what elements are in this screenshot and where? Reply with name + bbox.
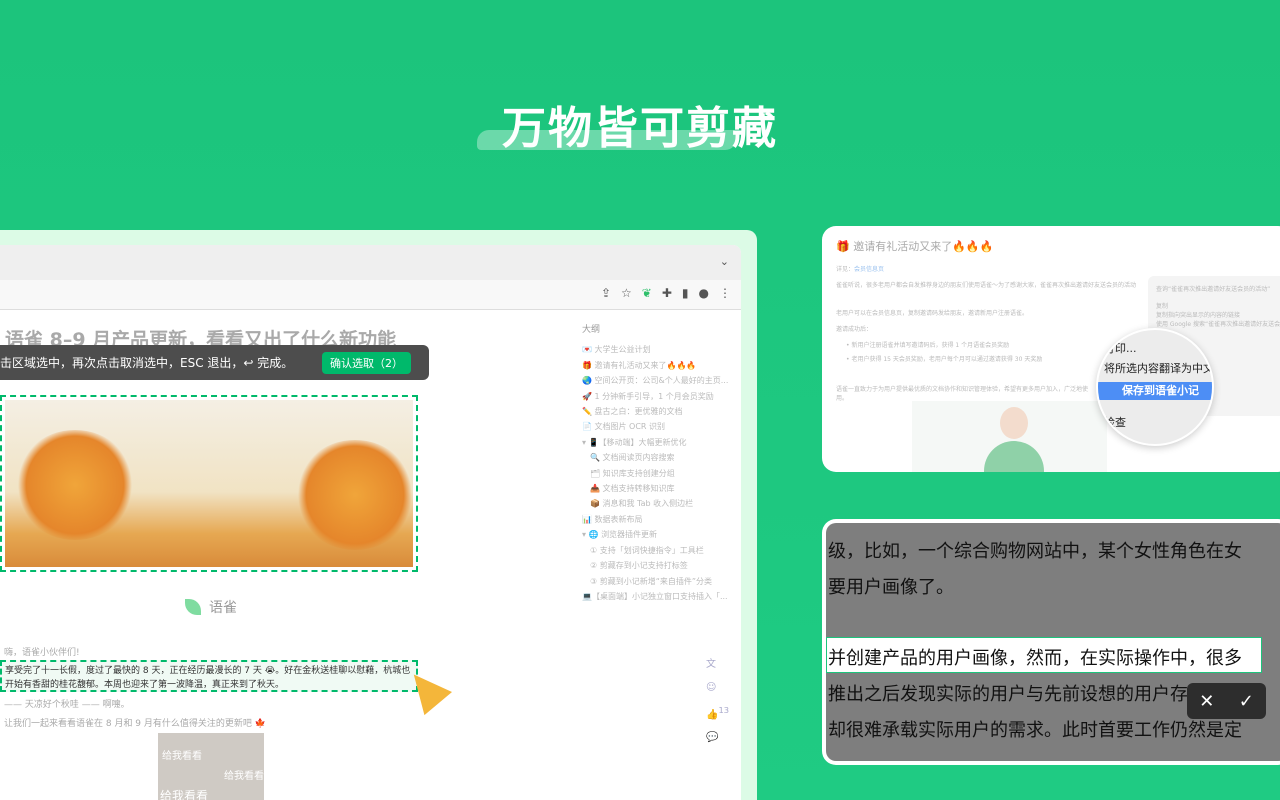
- check-icon[interactable]: ✓: [1239, 691, 1254, 712]
- paragraph: 让我们一起来看看语雀在 8 月和 9 月有什么值得关注的更新吧 🍁: [4, 716, 266, 729]
- outline-item[interactable]: 🔍 文档阅读页内容搜索: [582, 450, 732, 465]
- paragraph: 语雀一直致力于为用户提供最优质的文档协作和知识管理体验，希望有更多用户加入，广泛…: [836, 384, 1096, 402]
- confirm-selection-button[interactable]: 确认选取（2）: [322, 352, 411, 374]
- sidebar-icon[interactable]: ▮: [682, 286, 689, 300]
- tab-bar: ⌄: [0, 245, 741, 280]
- star-icon[interactable]: ☆: [621, 286, 632, 300]
- autumn-illustration: [5, 400, 413, 567]
- text-line: 推出之后发现实际的用户与先前设想的用户存在比较: [828, 680, 1242, 706]
- text-line: 却很难承载实际用户的需求。此时首要工作仍然是定: [828, 716, 1242, 742]
- paragraph: —— 天凉好个秋哇 —— 啊嚏。: [4, 697, 130, 710]
- outline-item[interactable]: 🗂 知识库支持创建分组: [582, 466, 732, 481]
- share-icon[interactable]: ⇪: [601, 286, 611, 300]
- menu-item[interactable]: 复制指向突出显示的内容的链接: [1156, 310, 1280, 319]
- yuque-logo-icon: [185, 599, 201, 615]
- list-item: • 新用户注册语雀并填写邀请码后，获得 1 个月语雀会员奖励: [846, 340, 1009, 349]
- outline-item[interactable]: 📥 文档支持转移知识库: [582, 481, 732, 496]
- list-item: • 老用户获得 15 天会员奖励，老用户每个月可以通过邀请获得 30 天奖励: [846, 354, 1096, 363]
- paragraph: 老用户可以在会员信息页，复制邀请码发给朋友，邀请新用户注册语雀。: [836, 308, 1028, 317]
- toast-text: 击区域选中，再次点击取消选中，ESC 退出，↩ 完成。: [0, 354, 293, 371]
- address-bar: ⇪ ☆ ❦ ✚ ▮ ● ⋮: [0, 280, 741, 310]
- caption: 给我看看: [162, 747, 202, 762]
- like-icon[interactable]: 👍13: [706, 705, 729, 720]
- illustration: [912, 401, 1107, 472]
- outline-item[interactable]: ▾ 🌐 浏览器插件更新: [582, 527, 732, 542]
- menu-item-save-to-yuque[interactable]: 保存到语雀小记: [1098, 382, 1214, 400]
- caption: 给我看看: [160, 787, 208, 800]
- side-toolbar: 文 ☺ 👍13 💬: [706, 655, 729, 743]
- hero-title: 万物皆可剪藏: [0, 92, 1280, 156]
- menu-item[interactable]: 复制: [1156, 301, 1280, 310]
- yuque-brand: 语雀: [185, 597, 237, 617]
- outline-item[interactable]: ① 支持「划词快捷指令」工具栏: [582, 543, 732, 558]
- assistant-icon[interactable]: ☺: [706, 682, 729, 693]
- menu-item-inspect[interactable]: 检查: [1104, 414, 1126, 430]
- selected-paragraph[interactable]: 享受完了十一长假，度过了最快的 8 天，正在经历最漫长的 7 天 😭。好在金秋送…: [0, 660, 418, 692]
- caption: 给我看看: [224, 767, 264, 782]
- text-selection-demo-card: 级，比如，一个综合购物网站中，某个女性角色在女 要用户画像了。 并创建产品的用户…: [822, 519, 1280, 765]
- outline-item[interactable]: 🎁 邀请有礼活动又来了🔥🔥🔥: [582, 358, 732, 373]
- paragraph: 雀雀听说，很多老用户都会自发推荐身边的朋友们使用语雀～为了感谢大家，雀雀再次推出…: [836, 280, 1146, 289]
- comment-icon[interactable]: 💬: [706, 732, 729, 743]
- hero: 万物皆可剪藏: [0, 92, 1280, 156]
- detail-line: 详见：会员信息页: [836, 264, 884, 273]
- greeting: 嗨，语雀小伙伴们!: [4, 645, 80, 658]
- paragraph: 邀请成功后：: [836, 324, 872, 333]
- avatar[interactable]: ●: [699, 286, 709, 300]
- like-count: 13: [718, 705, 729, 715]
- outline-header: 大纲: [582, 323, 732, 338]
- selected-image[interactable]: [0, 395, 418, 572]
- menu-item[interactable]: 使用 Google 搜索“雀雀再次推出邀请好友送会员”: [1156, 319, 1280, 328]
- magnifier: 打印... 将所选内容翻译为中文 保存到语雀小记 检查: [1096, 328, 1214, 446]
- outline-item[interactable]: 📊 数据表新布局: [582, 512, 732, 527]
- selection-actions: ✕ ✓: [1187, 683, 1266, 719]
- browser-window: ⌄ ⇪ ☆ ❦ ✚ ▮ ● ⋮ 语雀 8–9 月产品更新，看看又出了什么新功能 …: [0, 245, 741, 800]
- browser-demo-card: ⌄ ⇪ ☆ ❦ ✚ ▮ ● ⋮ 语雀 8–9 月产品更新，看看又出了什么新功能 …: [0, 230, 757, 800]
- outline-item[interactable]: ✏️ 盘古之白：更优雅的文档: [582, 404, 732, 419]
- text-line: 并创建产品的用户画像，然而，在实际操作中，很多: [828, 644, 1242, 670]
- member-link[interactable]: 会员信息页: [854, 266, 884, 273]
- doc-heading: 🎁 邀请有礼活动又来了🔥🔥🔥: [836, 238, 993, 254]
- text-line: 级，比如，一个综合购物网站中，某个女性角色在女: [828, 537, 1242, 563]
- translate-icon[interactable]: 文: [706, 655, 729, 670]
- puzzle-icon[interactable]: ✚: [662, 286, 672, 300]
- cat-image: 给我看看 给我看看 给我看看: [158, 733, 264, 800]
- outline-item[interactable]: ② 剪藏存到小记支持打标签: [582, 558, 732, 573]
- context-menu-demo-card: 🎁 邀请有礼活动又来了🔥🔥🔥 详见：会员信息页 雀雀听说，很多老用户都会自发推荐…: [822, 226, 1280, 472]
- close-icon[interactable]: ✕: [1199, 691, 1214, 712]
- yuque-extension-icon[interactable]: ❦: [642, 286, 652, 300]
- outline-item[interactable]: 📄 文档图片 OCR 识别: [582, 419, 732, 434]
- text-line: 要用户画像了。: [828, 573, 954, 599]
- menu-item[interactable]: 查询“雀雀再次推出邀请好友送会员的活动”: [1156, 284, 1280, 293]
- outline-item[interactable]: 🚀 1 分钟新手引导，1 个月会员奖励: [582, 389, 732, 404]
- outline-item[interactable]: ▾ 📱【移动端】大幅更新优化: [582, 435, 732, 450]
- outline-item[interactable]: 🌏 空间公开页：公司&个人最好的主页...: [582, 373, 732, 388]
- outline-panel: 大纲 💌 大学生公益计划 🎁 邀请有礼活动又来了🔥🔥🔥 🌏 空间公开页：公司&个…: [582, 323, 732, 604]
- more-icon[interactable]: ⋮: [719, 286, 731, 300]
- chevron-down-icon[interactable]: ⌄: [720, 255, 729, 268]
- menu-item-print[interactable]: 打印...: [1104, 340, 1137, 356]
- outline-item[interactable]: 💌 大学生公益计划: [582, 342, 732, 357]
- outline-item[interactable]: 💻【桌面端】小记独立窗口支持插入「...: [582, 589, 732, 604]
- outline-item[interactable]: ③ 剪藏到小记新增“来自插件”分类: [582, 574, 732, 589]
- outline-item[interactable]: 📦 消息和我 Tab 收入侧边栏: [582, 496, 732, 511]
- menu-item-translate[interactable]: 将所选内容翻译为中文: [1104, 360, 1214, 376]
- selection-toast: 击区域选中，再次点击取消选中，ESC 退出，↩ 完成。 确认选取（2）: [0, 345, 429, 380]
